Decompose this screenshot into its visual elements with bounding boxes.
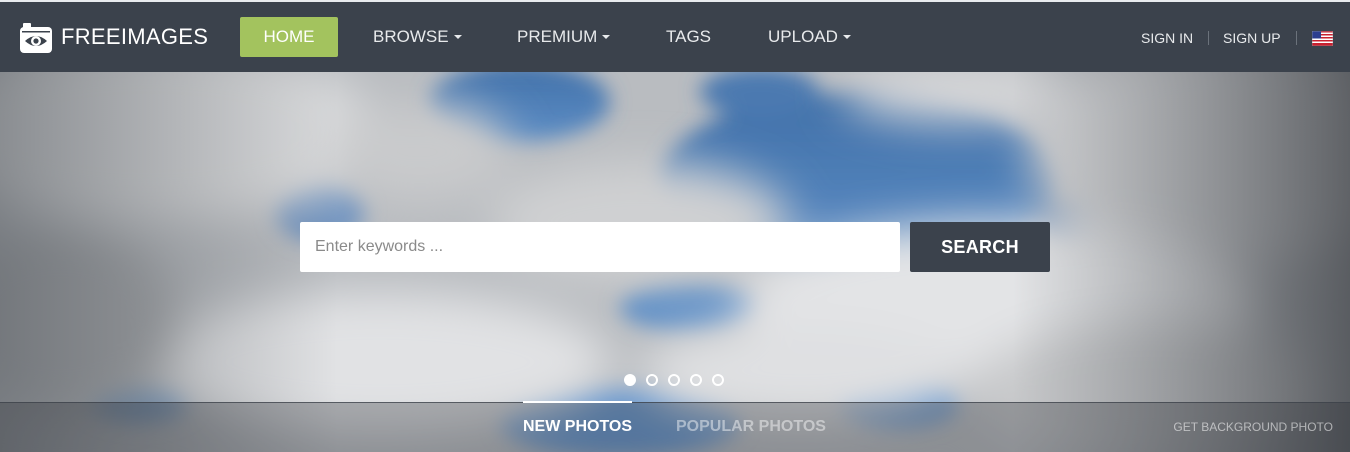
divider: [1208, 31, 1209, 45]
top-navbar: FREEIMAGES HOME BROWSE PREMIUM TAGS UPLO…: [0, 0, 1350, 72]
us-flag-icon[interactable]: [1312, 31, 1333, 46]
divider: [1296, 31, 1297, 45]
hero-banner: SEARCH NEW PHOTOS POPULAR PHOTOS GET BAC…: [0, 72, 1350, 452]
nav-browse[interactable]: BROWSE: [373, 17, 462, 57]
nav-premium-label: PREMIUM: [517, 27, 598, 46]
active-tab-indicator: [523, 401, 632, 403]
nav-home-label: HOME: [263, 27, 315, 46]
carousel-dot-4[interactable]: [690, 374, 702, 386]
carousel-dot-5[interactable]: [712, 374, 724, 386]
nav-home[interactable]: HOME: [240, 17, 338, 57]
carousel-dots: [624, 374, 734, 386]
carousel-dot-1[interactable]: [624, 374, 636, 386]
sign-in-link[interactable]: SIGN IN: [1141, 29, 1193, 47]
photo-tabs-bar: NEW PHOTOS POPULAR PHOTOS GET BACKGROUND…: [0, 401, 1350, 452]
camera-eye-icon: [20, 22, 52, 53]
nav-premium[interactable]: PREMIUM: [517, 17, 611, 57]
logo-text: FREEIMAGES: [61, 24, 209, 49]
carousel-dot-2[interactable]: [646, 374, 658, 386]
chevron-down-icon: [602, 34, 611, 39]
tab-popular-photos[interactable]: POPULAR PHOTOS: [676, 417, 826, 437]
get-background-photo-link[interactable]: GET BACKGROUND PHOTO: [1173, 420, 1333, 434]
search-input[interactable]: [300, 222, 900, 272]
chevron-down-icon: [842, 34, 851, 39]
carousel-dot-3[interactable]: [668, 374, 680, 386]
nav-tags[interactable]: TAGS: [666, 17, 711, 57]
chevron-down-icon: [453, 34, 462, 39]
nav-upload-label: UPLOAD: [768, 27, 838, 46]
nav-tags-label: TAGS: [666, 27, 712, 46]
nav-browse-label: BROWSE: [373, 27, 449, 46]
search-button[interactable]: SEARCH: [910, 222, 1050, 272]
sign-up-link[interactable]: SIGN UP: [1223, 29, 1281, 47]
tab-new-photos[interactable]: NEW PHOTOS: [523, 417, 632, 437]
nav-upload[interactable]: UPLOAD: [768, 17, 851, 57]
site-logo[interactable]: FREEIMAGES: [19, 19, 208, 55]
